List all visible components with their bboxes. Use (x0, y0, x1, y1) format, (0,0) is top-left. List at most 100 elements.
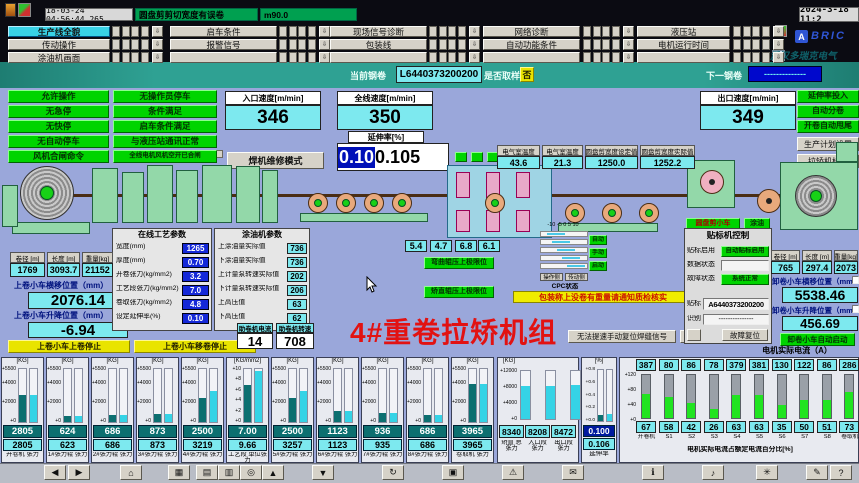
menu-cell (112, 52, 120, 63)
auto-tail-button[interactable]: 开卷自动甩尾 (797, 120, 859, 133)
gauge-act-value: 873 (138, 439, 177, 451)
menu-button[interactable]: 网络诊断 (483, 26, 580, 37)
weld-reset-button[interactable]: 无法提速手动复位焊缝信号 (568, 330, 676, 343)
menu-button[interactable]: 电机运行时间 (637, 39, 730, 50)
menu-mini-button[interactable]: ⇩ (773, 52, 784, 63)
taskbar-forward-icon[interactable]: ▶ (68, 465, 90, 480)
leveler-cylinder (486, 210, 500, 232)
taskbar-up-icon[interactable]: ▲ (262, 465, 284, 480)
gauge-label: 1#张力辊 张力 (47, 452, 88, 463)
elongation-on-button[interactable]: 延伸率投入 (797, 90, 859, 103)
menu-mini-button[interactable]: ⇩ (152, 52, 163, 63)
taskbar-mail-icon[interactable]: ✉ (562, 465, 584, 480)
gauge-tick: +0 (317, 418, 331, 424)
menu-button[interactable]: 包装线 (330, 39, 427, 50)
menu-mini-button[interactable]: ⇩ (469, 39, 480, 50)
gauge-set-value: 2805 (3, 425, 42, 438)
menu-cell (762, 52, 770, 63)
taskbar-sound-icon[interactable]: ♪ (702, 465, 724, 480)
taskbar-down-icon[interactable]: ▼ (312, 465, 334, 480)
temp-value: 43.6 (497, 156, 540, 169)
labeler-status[interactable]: 系统正常 (721, 274, 769, 285)
cpc-button[interactable]: 自动 (589, 235, 607, 245)
taskbar-back-icon[interactable]: ◀ (44, 465, 66, 480)
param-input[interactable]: 0.70 (182, 257, 209, 268)
param-input[interactable]: 4.8 (182, 299, 209, 310)
param-input[interactable]: 1265 (182, 243, 209, 254)
entry-car-load-stop-button[interactable]: 上卷小车上卷停止 (8, 340, 130, 353)
menu-mini-button[interactable]: ⇩ (152, 26, 163, 37)
motor-label: S3 (703, 434, 726, 442)
taskbar-alarm-icon[interactable]: ⚠ (502, 465, 524, 480)
menu-button[interactable]: 生产线全貌 (8, 26, 110, 37)
menu-button[interactable]: 现场信号诊断 (330, 26, 427, 37)
exit-traverse-checkbox[interactable] (852, 276, 859, 284)
app-icon[interactable] (5, 3, 16, 17)
taskbar-help-icon[interactable]: ? (830, 465, 852, 480)
taskbar-chart-icon[interactable]: ▥ (218, 465, 240, 480)
menu-mini-button[interactable]: ⇩ (152, 39, 163, 50)
gauge-tick: +0 (498, 416, 517, 422)
menu-cell (308, 52, 316, 63)
uncoiler-base (12, 222, 90, 234)
param-input[interactable]: 0.10 (182, 313, 209, 324)
param-input[interactable]: 7.0 (182, 285, 209, 296)
auto-split-button[interactable]: 自动分卷 (797, 105, 859, 118)
taskbar-info-icon[interactable]: ℹ (642, 465, 664, 480)
menu-mini-button[interactable]: ⇩ (319, 52, 330, 63)
motor-bar-fill (755, 395, 763, 418)
menu-mini-button[interactable]: ⇩ (773, 26, 784, 37)
menu-button[interactable] (170, 52, 277, 63)
menu-cell (583, 39, 591, 50)
menu-mini-button[interactable]: ⇩ (623, 52, 634, 63)
exit-lift-checkbox[interactable] (852, 305, 859, 313)
line-speed-value: 350 (337, 105, 433, 130)
menu-button[interactable] (483, 52, 580, 63)
taskbar-eco-icon[interactable]: ✳ (756, 465, 778, 480)
menu-button[interactable]: 传动操作 (8, 39, 110, 50)
taskbar-save-icon[interactable]: ▣ (442, 465, 464, 480)
menu-mini-button[interactable]: ⇩ (773, 39, 784, 50)
menu-button[interactable]: 自动功能条件 (483, 39, 580, 50)
menu-mini-button[interactable]: ⇩ (623, 39, 634, 50)
elongation-label: 延伸率[%] (348, 131, 424, 143)
taskbar-document-icon[interactable]: ▤ (196, 465, 218, 480)
menu-button[interactable] (637, 52, 730, 63)
taskbar-edit-icon[interactable]: ✎ (806, 465, 828, 480)
taskbar-zoom-icon[interactable]: ◎ (240, 465, 262, 480)
coil-field-value: 3093.7 (47, 263, 80, 277)
straighten-roll-limit-button[interactable]: 矫直辊压上极限位 (424, 286, 494, 298)
param-input[interactable]: 3.2 (182, 271, 209, 282)
menu-button[interactable]: 液压站 (637, 26, 730, 37)
alarm-icon[interactable] (18, 3, 31, 17)
taskbar-refresh-icon[interactable]: ↻ (382, 465, 404, 480)
labeler-fault-reset-button[interactable]: 故障复位 (722, 329, 768, 341)
menu-mini-button[interactable]: ⇩ (623, 26, 634, 37)
bend-roll-limit-button[interactable]: 弯曲辊压上极限位 (424, 257, 494, 269)
exit-car-auto-start-button[interactable]: 卸卷小车自动启动 (780, 333, 855, 346)
labeler-mini-button[interactable] (687, 329, 701, 341)
menu-mini-button[interactable]: ⇩ (319, 39, 330, 50)
menu-button[interactable]: 启车条件 (170, 26, 277, 37)
sample-toggle[interactable]: 否 (520, 67, 534, 82)
labeler-status[interactable]: 自动贴标启用 (721, 246, 769, 257)
cpc-button[interactable]: 启动 (589, 261, 607, 271)
cpc-button[interactable]: 手动 (589, 248, 607, 258)
gauge-bar-act (521, 386, 530, 419)
elongation-setpoint[interactable]: 0.10 (338, 147, 375, 168)
taskbar-home-icon[interactable]: ⌂ (120, 465, 142, 480)
menu-mini-button[interactable]: ⇩ (469, 52, 480, 63)
gauge-bar-act (435, 415, 442, 422)
gauge-label: 7#张力辊 张力 (362, 452, 403, 463)
motor-label: S8 (816, 434, 839, 442)
gauge-set-value: 7.00 (228, 425, 267, 438)
gauge-bar-act (210, 391, 217, 422)
taskbar-grid-icon[interactable]: ▦ (168, 465, 190, 480)
elong-set-value[interactable]: 0.100 (583, 425, 615, 437)
menu-cell (298, 26, 306, 37)
menu-mini-button[interactable]: ⇩ (469, 26, 480, 37)
menu-button[interactable]: 涂油机画面 (8, 52, 110, 63)
menu-mini-button[interactable]: ⇩ (319, 26, 330, 37)
menu-button[interactable] (330, 52, 427, 63)
menu-button[interactable]: 报警信号 (170, 39, 277, 50)
